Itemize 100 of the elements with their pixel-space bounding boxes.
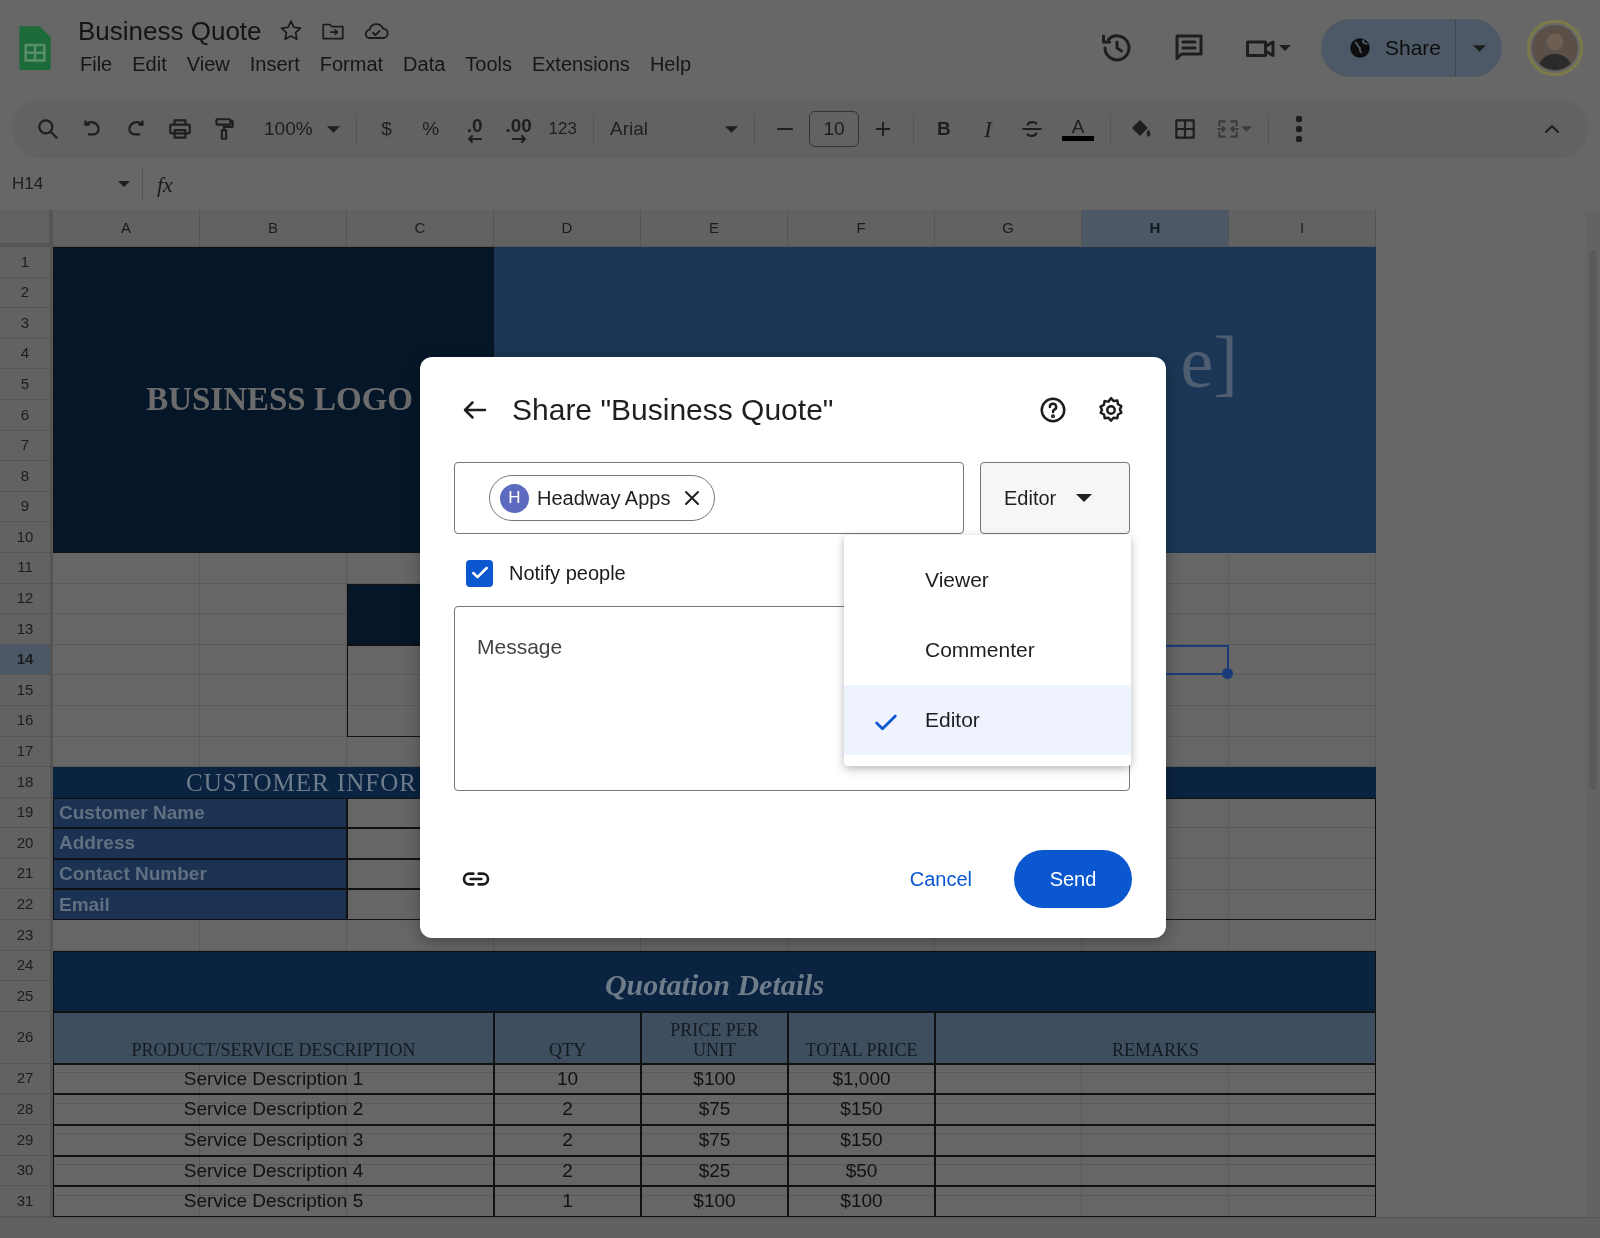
row-header[interactable]: 24 <box>0 950 53 982</box>
checkbox[interactable] <box>466 559 493 587</box>
document-title[interactable]: Business Quote <box>78 16 262 46</box>
row-header[interactable]: 1 <box>0 247 53 278</box>
menu-item[interactable]: Extensions <box>522 49 640 80</box>
zoom-dropdown[interactable]: 100% <box>258 109 346 149</box>
print-icon <box>167 116 193 142</box>
row-header[interactable]: 29 <box>0 1125 53 1156</box>
column-header[interactable]: C <box>347 210 494 247</box>
avatar: H <box>500 483 529 513</box>
table-cell: $50 <box>788 1155 935 1187</box>
row-header[interactable]: 18 <box>0 767 53 798</box>
row-header[interactable]: 19 <box>0 797 53 829</box>
recipient-name: Headway Apps <box>537 486 671 511</box>
column-header[interactable]: G <box>935 210 1082 247</box>
font-size-field[interactable]: 10 <box>809 111 859 147</box>
field-label: Email <box>53 889 347 921</box>
row-header[interactable]: 8 <box>0 461 53 492</box>
table-cell: Service Description 1 <box>53 1063 494 1095</box>
column-heading: PRICE PER UNIT <box>669 1021 760 1061</box>
row-header[interactable]: 26 <box>0 1011 53 1064</box>
menu-item[interactable]: Commenter <box>844 615 1131 685</box>
send-button[interactable]: Send <box>1014 850 1132 908</box>
dialog-title: Share "Business Quote" <box>512 392 834 428</box>
row-header[interactable]: 7 <box>0 430 53 462</box>
name-box[interactable]: H14 <box>6 164 136 204</box>
row-header[interactable]: 22 <box>0 889 53 921</box>
table-cell: Service Description 5 <box>53 1186 494 1217</box>
field-label: Contact Number <box>53 858 347 890</box>
row-header[interactable]: 9 <box>0 491 53 523</box>
row-header[interactable]: 31 <box>0 1186 53 1217</box>
role-dropdown[interactable]: Editor <box>980 462 1130 534</box>
column-header[interactable]: E <box>641 210 788 247</box>
row-header[interactable]: 4 <box>0 338 53 370</box>
borders-icon <box>1172 116 1198 142</box>
row-header[interactable]: 15 <box>0 675 53 706</box>
menu-item[interactable]: View <box>176 49 240 80</box>
menu-item[interactable]: Help <box>639 49 701 80</box>
caret-icon <box>1472 44 1486 52</box>
table-cell: $75 <box>641 1094 788 1126</box>
cancel-button[interactable]: Cancel <box>891 854 990 904</box>
section-title: Quotation Details <box>604 966 825 1003</box>
account-avatar-icon[interactable] <box>1526 19 1584 77</box>
arrow-icon <box>510 134 527 143</box>
currency-button[interactable]: $ <box>366 109 407 149</box>
number-format-button[interactable]: 123 <box>542 109 583 149</box>
row-header[interactable]: 11 <box>0 552 53 584</box>
row-header[interactable]: 28 <box>0 1094 53 1126</box>
table-cell: 2 <box>494 1155 641 1187</box>
menu-item[interactable]: Editor <box>844 685 1131 755</box>
table-cell: Service Description 2 <box>53 1094 494 1126</box>
column-header[interactable]: B <box>200 210 347 247</box>
menu-item[interactable]: Edit <box>122 49 177 80</box>
row-header[interactable]: 12 <box>0 583 53 615</box>
recipient-chip[interactable]: H Headway Apps <box>489 475 716 521</box>
column-header[interactable]: D <box>494 210 641 247</box>
column-heading: PRODUCT/SERVICE DESCRIPTION <box>131 1041 416 1061</box>
recipients-field[interactable]: H Headway Apps <box>454 462 964 534</box>
table-cell: Service Description 4 <box>53 1155 494 1187</box>
table-cell: $100 <box>641 1063 788 1095</box>
table-cell: $100 <box>641 1186 788 1217</box>
row-header[interactable]: 23 <box>0 920 53 951</box>
row-header[interactable]: 30 <box>0 1155 53 1187</box>
menu-item[interactable]: Data <box>393 49 456 80</box>
increase-decimal-button[interactable]: .00 <box>498 109 539 149</box>
row-header[interactable]: 10 <box>0 522 53 553</box>
font-dropdown[interactable]: Arial <box>604 109 744 149</box>
logo-text: BUSINESS LOGO <box>146 380 413 420</box>
caret-icon <box>118 181 130 187</box>
row-header[interactable]: 13 <box>0 614 53 645</box>
column-header[interactable]: A <box>53 210 200 247</box>
italic-button[interactable]: I <box>968 109 1008 149</box>
row-header[interactable]: 5 <box>0 369 53 400</box>
percent-button[interactable]: % <box>410 109 451 149</box>
row-header[interactable]: 3 <box>0 308 53 339</box>
bold-button[interactable]: B <box>924 109 964 149</box>
horizontal-scrollbar[interactable] <box>0 1217 1600 1238</box>
column-header[interactable]: H <box>1082 210 1229 247</box>
row-header[interactable]: 21 <box>0 858 53 890</box>
table-cell: $150 <box>788 1094 935 1126</box>
menu-item[interactable]: File <box>70 49 123 80</box>
menu-item[interactable]: Insert <box>239 49 310 80</box>
row-header[interactable]: 25 <box>0 981 53 1012</box>
text-color-button[interactable]: A <box>1056 109 1100 149</box>
row-header[interactable]: 17 <box>0 736 53 768</box>
fill-handle[interactable] <box>1222 668 1233 680</box>
row-header[interactable]: 20 <box>0 828 53 859</box>
row-header[interactable]: 16 <box>0 705 53 737</box>
menu-item[interactable]: Tools <box>455 49 523 80</box>
menu-item[interactable]: Format <box>309 49 394 80</box>
row-header[interactable]: 6 <box>0 399 53 431</box>
table-cell: $25 <box>641 1155 788 1187</box>
decrease-decimal-button[interactable]: .0 <box>454 109 495 149</box>
row-header[interactable]: 2 <box>0 277 53 309</box>
table-cell: 10 <box>494 1063 641 1095</box>
row-header[interactable]: 27 <box>0 1063 53 1095</box>
column-header[interactable]: F <box>788 210 935 247</box>
row-header[interactable]: 14 <box>0 644 53 676</box>
table-cell: $150 <box>788 1125 935 1156</box>
field-label: Address <box>53 828 347 859</box>
